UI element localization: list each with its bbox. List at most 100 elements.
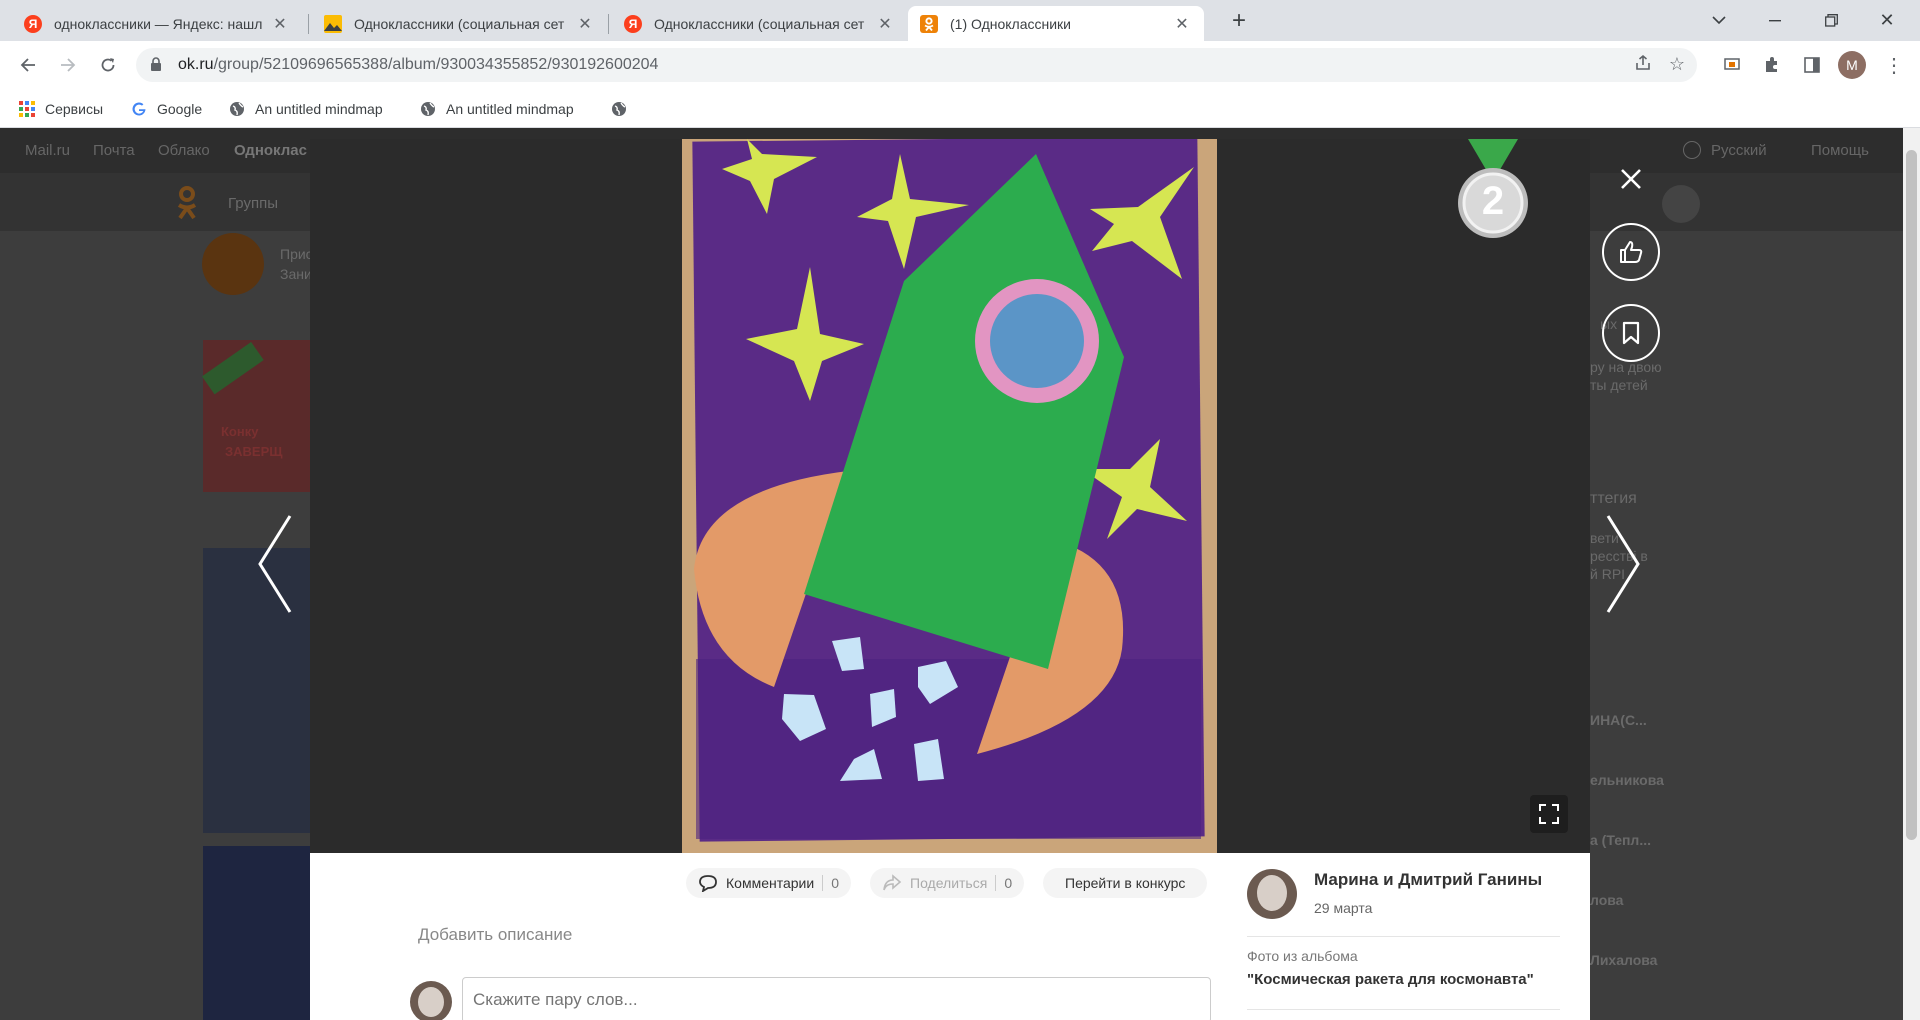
author-avatar[interactable] [1247,869,1297,919]
share-arrow-icon [883,874,902,891]
globe-icon [1683,141,1701,159]
chevron-left-icon [258,515,292,613]
nav-mailru[interactable]: Mail.ru [25,142,70,159]
restore-icon[interactable] [1808,0,1854,41]
bg-text: лова [1590,892,1624,908]
new-tab-button[interactable]: + [1216,0,1262,41]
contest-medal: 2 [1458,139,1528,239]
previous-photo-button[interactable] [250,512,300,616]
extensions-icon[interactable] [1758,51,1786,79]
nav-cloud[interactable]: Облако [158,142,210,159]
ok-icon [920,14,938,33]
next-photo-button[interactable] [1598,512,1648,616]
bg-card-contest: Конку ЗАВЕРЩ [201,340,313,492]
tab-search-icon[interactable] [1696,0,1742,41]
browser-tab[interactable]: Я одноклассники — Яндекс: нашл ✕ [12,6,302,41]
close-tab-icon[interactable]: ✕ [875,14,895,34]
address-bar[interactable]: ok.ru/group/52109696565388/album/9300343… [136,48,1697,82]
browser-tab[interactable]: Одноклассники (социальная сет ✕ [312,6,607,41]
bookmarks-bar: Сервисы Google An untitled mindmap An un… [0,89,1920,128]
photo-viewer: 2 Комментарии 0 Поделиться 0 Перейти в к… [310,139,1590,1020]
photo-date: 29 марта [1314,900,1373,916]
chevron-right-icon [1606,515,1640,613]
bookmark-services[interactable]: Сервисы [18,96,103,122]
globe-icon [610,100,628,118]
bg-text: Лихалова [1590,952,1658,968]
scrollbar-thumb[interactable] [1906,150,1917,840]
help-link[interactable]: Помощь [1811,142,1869,159]
lock-icon[interactable] [150,57,162,71]
ok-logo-icon[interactable] [176,185,198,221]
bookmark-google[interactable]: Google [130,96,202,122]
group-avatar [202,233,264,295]
tab-separator [608,14,609,34]
side-panel-icon[interactable] [1798,51,1826,79]
url-text[interactable]: ok.ru/group/52109696565388/album/9300343… [178,56,658,74]
fullscreen-button[interactable] [1530,795,1568,833]
share-button[interactable]: Поделиться 0 [870,868,1025,898]
page-scrollbar[interactable] [1903,128,1920,1020]
comment-input[interactable] [462,977,1211,1020]
reload-icon[interactable] [92,49,124,81]
apps-grid-icon [18,100,36,118]
like-button[interactable] [1602,223,1660,281]
menu-icon[interactable]: ⋮ [1880,51,1908,79]
globe-icon [419,100,437,118]
bookmark-mindmap[interactable]: An untitled mindmap [419,96,574,122]
bg-card [203,846,313,1020]
browser-tab[interactable]: Я Одноклассники (социальная сет ✕ [612,6,907,41]
share-page-icon[interactable] [1632,54,1654,76]
divider [1247,1009,1560,1010]
google-icon [130,100,148,118]
bg-text: ттегия [1590,490,1637,507]
comments-button[interactable]: Комментарии 0 [686,868,851,898]
avatar[interactable] [1662,185,1700,223]
nav-mail[interactable]: Почта [93,142,135,159]
page-content: Mail.ru Почта Облако Одноклас Русский По… [0,128,1920,1020]
bg-text: Прис [280,246,313,262]
close-tab-icon[interactable]: ✕ [575,14,595,34]
contest-button[interactable]: Перейти в конкурс [1043,868,1208,898]
groups-link[interactable]: Группы [228,195,278,212]
cast-icon[interactable] [1718,51,1746,79]
avatar [410,981,452,1020]
star-icon[interactable]: ☆ [1666,54,1688,76]
fullscreen-icon [1539,804,1559,824]
image-icon [324,14,342,33]
minimize-icon[interactable] [1752,0,1798,41]
photo-info-panel: Комментарии 0 Поделиться 0 Перейти в кон… [310,853,1590,1020]
bookmark-button[interactable] [1602,304,1660,362]
bookmark-untitled[interactable] [610,96,637,122]
yandex-icon: Я [624,14,642,33]
bg-text: Зани [280,266,312,282]
forward-icon[interactable] [52,49,84,81]
bg-text: ельникова [1590,772,1664,788]
globe-icon [228,100,246,118]
tab-strip: Я одноклассники — Яндекс: нашл ✕ Однокла… [0,0,1920,41]
bg-text: а (Тепл... [1590,832,1651,848]
medal-number: 2 [1481,179,1505,223]
bg-ribbon [201,341,264,395]
nav-ok[interactable]: Одноклас [234,142,307,159]
thumbs-up-icon [1620,241,1643,263]
browser-tab-active[interactable]: (1) Одноклассники ✕ [908,6,1204,41]
comment-icon [699,875,717,892]
tab-separator [308,14,309,34]
album-caption: Фото из альбома [1247,948,1358,964]
close-tab-icon[interactable]: ✕ [270,14,290,34]
bookmark-mindmap[interactable]: An untitled mindmap [228,96,383,122]
album-title-link[interactable]: "Космическая ракета для космонавта" [1247,971,1534,988]
close-tab-icon[interactable]: ✕ [1172,14,1192,34]
photo-stage: 2 [310,139,1590,853]
rocket-craft-photo[interactable] [682,139,1217,853]
back-icon[interactable] [12,49,44,81]
bookmark-icon [1622,321,1640,345]
yandex-icon: Я [24,14,42,33]
author-name[interactable]: Марина и Дмитрий Ганины [1314,870,1542,890]
divider [1247,936,1560,937]
close-viewer-button[interactable] [1616,164,1646,194]
add-description-link[interactable]: Добавить описание [418,925,572,945]
close-window-icon[interactable]: ✕ [1864,0,1910,41]
profile-avatar[interactable]: M [1838,51,1866,79]
language-select[interactable]: Русский [1711,142,1767,159]
